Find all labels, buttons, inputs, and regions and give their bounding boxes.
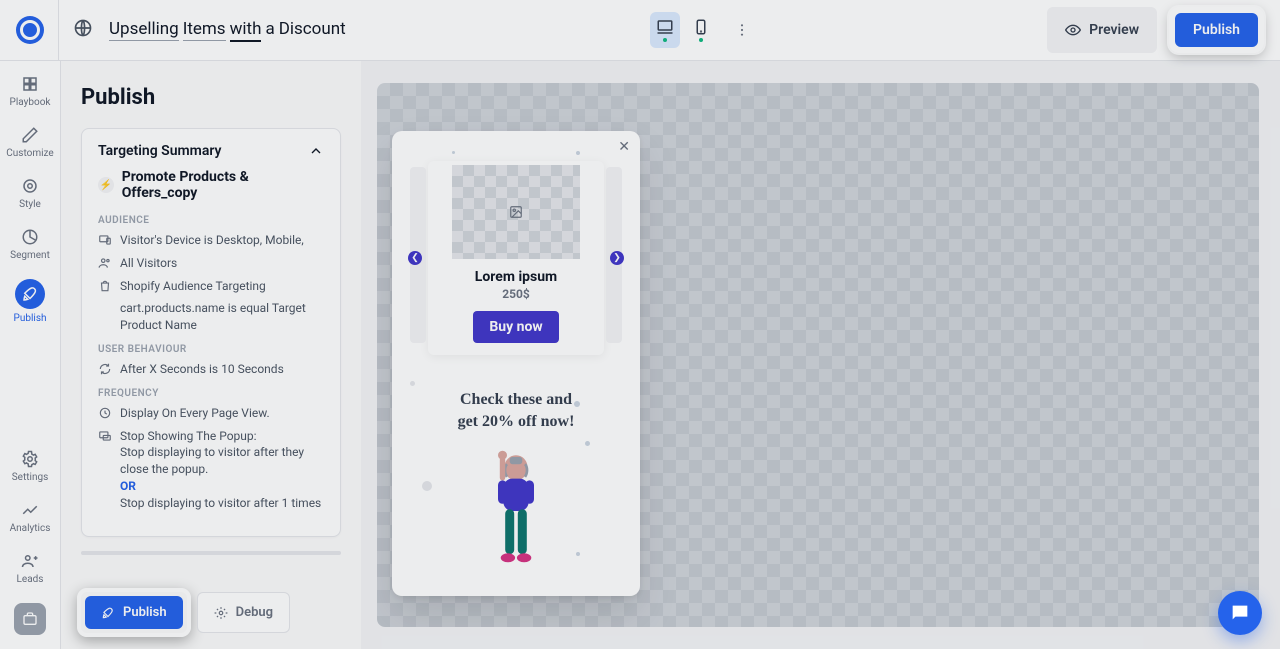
panel-title: Publish <box>81 85 341 110</box>
rail-customize[interactable]: Customize <box>6 126 53 159</box>
bag-icon <box>98 279 112 293</box>
frequency-display-row: Display On Every Page View. <box>98 405 324 422</box>
product-title: Lorem ipsum <box>434 269 598 285</box>
frequency-stop-row: Stop Showing The Popup: Stop displaying … <box>98 428 324 512</box>
section-audience-label: AUDIENCE <box>98 215 324 226</box>
publish-top-button[interactable]: Publish <box>1175 13 1258 47</box>
device-desktop-button[interactable] <box>650 12 680 48</box>
users-icon <box>98 256 112 270</box>
rail-style[interactable]: Style <box>19 177 41 210</box>
app-logo[interactable] <box>16 16 44 44</box>
section-frequency-label: FREQUENCY <box>98 388 324 399</box>
rail-briefcase-button[interactable] <box>14 603 46 635</box>
gear-icon <box>214 606 228 620</box>
grid-icon <box>21 75 39 93</box>
rail-segment[interactable]: Segment <box>10 228 50 261</box>
promote-title: Promote Products & Offers_copy <box>122 169 324 201</box>
rail-label: Publish <box>14 313 47 324</box>
leads-icon <box>21 552 39 570</box>
rail-playbook[interactable]: Playbook <box>10 75 51 108</box>
devices-icon <box>98 233 112 247</box>
status-dot-icon <box>699 38 703 42</box>
rail-publish[interactable]: Publish <box>14 279 47 324</box>
device-mobile-button[interactable] <box>686 12 716 48</box>
audience-shopify-sub: cart.products.name is equal Target Produ… <box>120 300 324 334</box>
chat-icon <box>1229 602 1251 624</box>
bolt-icon: ⚡ <box>98 177 114 193</box>
canvas: ✕ ❮ ❯ Lorem ipsum 250$ Buy now Check the… <box>377 83 1259 627</box>
globe-icon[interactable] <box>73 18 93 42</box>
popup-headline: Check these and get 20% off now! <box>404 389 628 432</box>
audience-shopify-row: Shopify Audience Targeting <box>98 278 324 295</box>
eye-icon <box>1065 22 1081 38</box>
refresh-icon <box>98 362 112 376</box>
progress-track <box>81 551 341 555</box>
rail-label: Settings <box>12 472 49 483</box>
rail-label: Customize <box>6 148 53 159</box>
target-icon <box>21 177 39 195</box>
preview-popup: ✕ ❮ ❯ Lorem ipsum 250$ Buy now Check the… <box>392 131 640 596</box>
publish-top-highlight: Publish <box>1169 7 1264 53</box>
audience-all-row: All Visitors <box>98 255 324 272</box>
rail-label: Segment <box>10 250 50 261</box>
publish-bottom-highlight: Publish <box>77 588 191 637</box>
chevron-up-icon <box>308 143 324 159</box>
rail-label: Playbook <box>10 97 51 108</box>
audience-device-row: Visitor's Device is Desktop, Mobile, <box>98 232 324 249</box>
divider <box>58 0 59 61</box>
more-menu-button[interactable] <box>730 18 754 42</box>
left-panel: Publish Targeting Summary ⚡ Promote Prod… <box>61 61 361 649</box>
analytics-icon <box>21 501 39 519</box>
section-behaviour-label: USER BEHAVIOUR <box>98 344 324 355</box>
image-placeholder-icon <box>452 165 580 259</box>
status-dot-icon <box>663 38 667 42</box>
pencil-icon <box>21 126 39 144</box>
page-title-input[interactable]: UpsellingItemswithaDiscount <box>109 19 350 42</box>
popup-close-button[interactable]: ✕ <box>618 139 630 155</box>
buy-now-button[interactable]: Buy now <box>473 311 558 343</box>
debug-button[interactable]: Debug <box>197 592 290 633</box>
rail-label: Leads <box>17 574 44 585</box>
preview-button[interactable]: Preview <box>1047 7 1157 53</box>
segment-icon <box>21 228 39 246</box>
gear-icon <box>21 450 39 468</box>
carousel: ❮ ❯ Lorem ipsum 250$ Buy now <box>410 161 622 355</box>
briefcase-icon <box>22 611 38 627</box>
carousel-next-button[interactable]: ❯ <box>610 251 624 265</box>
rail-label: Analytics <box>10 523 51 534</box>
rail-leads[interactable]: Leads <box>17 552 44 585</box>
behaviour-row: After X Seconds is 10 Seconds <box>98 361 324 378</box>
device-toggle <box>650 12 754 48</box>
character-illustration <box>480 446 552 576</box>
rail-settings[interactable]: Settings <box>12 450 49 483</box>
rocket-icon <box>101 606 115 620</box>
rocket-icon <box>15 279 45 309</box>
left-rail: Playbook Customize Style Segment Publish… <box>0 61 61 649</box>
rail-label: Style <box>19 199 41 210</box>
product-card: Lorem ipsum 250$ Buy now <box>428 161 604 355</box>
topbar: UpsellingItemswithaDiscount Preview Publ… <box>0 0 1280 61</box>
card-header-label: Targeting Summary <box>98 143 221 159</box>
carousel-prev-button[interactable]: ❮ <box>408 251 422 265</box>
clock-icon <box>98 406 112 420</box>
popup-icon <box>98 429 112 443</box>
preview-label: Preview <box>1089 22 1139 38</box>
product-price: 250$ <box>434 287 598 301</box>
publish-bottom-button[interactable]: Publish <box>85 596 183 629</box>
targeting-card: Targeting Summary ⚡ Promote Products & O… <box>81 128 341 537</box>
rail-analytics[interactable]: Analytics <box>10 501 51 534</box>
card-header[interactable]: Targeting Summary <box>98 143 324 159</box>
chat-fab-button[interactable] <box>1218 591 1262 635</box>
